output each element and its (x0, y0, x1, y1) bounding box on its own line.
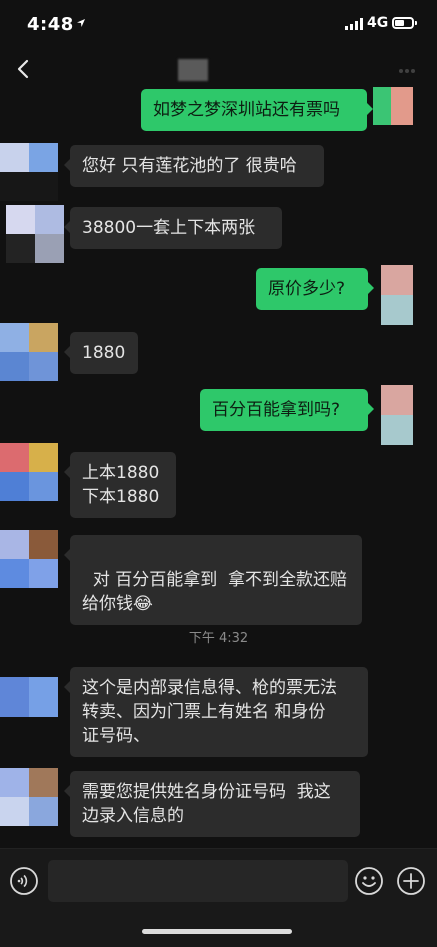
contact-name-redacted (178, 59, 208, 81)
self-avatar-redacted (381, 385, 413, 445)
chat-header (0, 50, 437, 90)
emoji-icon[interactable] (354, 866, 384, 896)
message-incoming[interactable]: 您好 只有莲花池的了 很贵哈 (64, 145, 324, 187)
message-incoming[interactable]: 需要您提供姓名身份证号码 我这 边录入信息的 (64, 771, 360, 837)
message-incoming[interactable]: 上本1880 下本1880 (64, 452, 176, 518)
contact-avatar-redacted (0, 443, 58, 501)
status-bar: 4:48 4G (0, 0, 437, 48)
message-outgoing[interactable]: 如梦之梦深圳站还有票吗 (141, 89, 373, 131)
battery-icon (392, 17, 417, 29)
contact-avatar-redacted (0, 143, 58, 201)
message-input[interactable] (48, 860, 348, 902)
message-incoming[interactable]: 1880 (64, 332, 138, 374)
voice-input-icon[interactable] (9, 866, 39, 896)
location-arrow-icon (77, 19, 85, 27)
contact-avatar-redacted (0, 768, 58, 826)
contact-avatar-redacted (6, 205, 64, 263)
self-avatar-redacted (373, 87, 413, 125)
message-incoming[interactable]: 对 百分百能拿到 拿不到全款还赔 给你钱😂 (64, 535, 362, 625)
message-outgoing[interactable]: 百分百能拿到吗? (200, 389, 374, 431)
contact-avatar-redacted (0, 677, 58, 717)
contact-avatar-redacted (0, 530, 58, 588)
more-options-icon[interactable] (398, 68, 416, 74)
contact-avatar-redacted (0, 323, 58, 381)
self-avatar-redacted (381, 265, 413, 325)
laughing-tears-emoji: 😂 (133, 594, 153, 614)
chat-timestamp: 下午 4:32 (188, 631, 249, 646)
message-incoming[interactable]: 38800一套上下本两张 (64, 207, 282, 249)
message-outgoing[interactable]: 原价多少? (256, 268, 374, 310)
home-indicator (142, 929, 292, 934)
message-incoming[interactable]: 这个是内部录信息得、枪的票无法 转卖、因为门票上有姓名 和身份 证号码、 (64, 667, 368, 757)
status-time: 4:48 (27, 14, 74, 35)
message-text: 对 百分百能拿到 拿不到全款还赔 给你钱 (82, 570, 348, 614)
network-type: 4G (367, 15, 389, 31)
plus-icon[interactable] (396, 866, 426, 896)
back-arrow-icon[interactable] (14, 58, 34, 80)
signal-icon (345, 18, 363, 30)
